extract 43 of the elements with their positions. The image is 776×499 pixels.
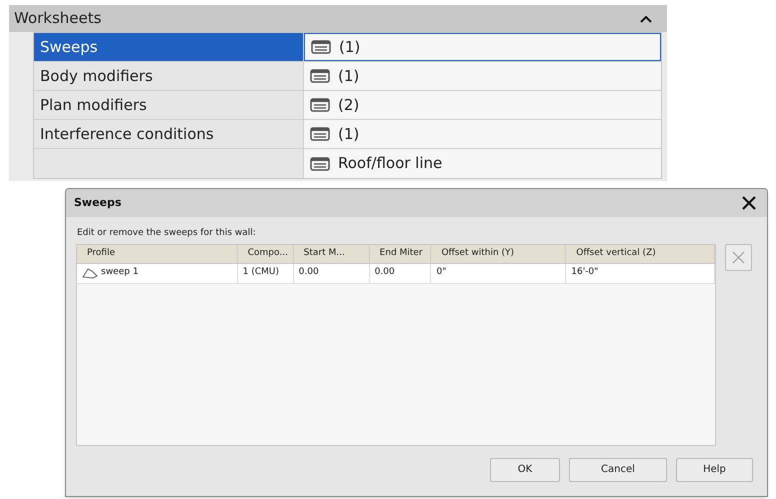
value-text: (1) bbox=[338, 124, 360, 145]
list-icon bbox=[310, 98, 330, 112]
table-cell-text: 0.00 bbox=[298, 266, 319, 280]
value-text: (2) bbox=[338, 94, 360, 116]
panel-header[interactable]: Worksheets bbox=[9, 5, 667, 32]
dialog-button[interactable]: Cancel bbox=[569, 458, 667, 482]
table-cell-text: sweep 1 bbox=[101, 266, 138, 280]
property-value[interactable]: (1) bbox=[304, 33, 661, 61]
column-header[interactable]: Profile bbox=[77, 244, 238, 262]
delete-x-icon bbox=[732, 250, 745, 264]
property-value[interactable]: Roof/floor line bbox=[304, 149, 661, 178]
column-header[interactable]: Compo... bbox=[238, 244, 294, 262]
value-text: (1) bbox=[338, 66, 360, 87]
column-header[interactable]: Offset within (Y) bbox=[431, 244, 566, 262]
table-row[interactable]: sweep 1 1 (CMU) 0.00 0.00 0" 16'-0" bbox=[77, 264, 715, 284]
chevron-up-icon[interactable] bbox=[640, 14, 652, 22]
property-label[interactable]: Plan modifiers bbox=[34, 91, 304, 119]
value-text: Roof/floor line bbox=[338, 153, 442, 174]
dialog-title: Sweeps bbox=[74, 194, 122, 211]
property-label[interactable]: Interference conditions bbox=[34, 120, 304, 148]
panel-title: Worksheets bbox=[14, 8, 102, 30]
column-header[interactable]: Start M... bbox=[294, 244, 370, 262]
list-icon bbox=[310, 69, 330, 83]
column-header[interactable]: End Miter bbox=[370, 244, 432, 262]
list-icon bbox=[310, 156, 330, 170]
property-value[interactable]: (1) bbox=[304, 120, 661, 148]
sweep-profile-icon bbox=[82, 267, 98, 279]
property-value[interactable]: (1) bbox=[304, 62, 661, 90]
property-value[interactable]: (2) bbox=[304, 91, 661, 119]
list-icon bbox=[311, 40, 331, 54]
table-cell-text: 16'-0" bbox=[571, 266, 598, 280]
close-icon bbox=[742, 196, 756, 210]
instruction-text: Edit or remove the sweeps for this wall: bbox=[77, 228, 256, 238]
table-cell-text: 1 (CMU) bbox=[242, 266, 279, 280]
dialog-button[interactable]: OK bbox=[490, 458, 560, 482]
dialog-button[interactable]: Help bbox=[676, 458, 753, 482]
list-icon bbox=[310, 127, 330, 141]
column-header[interactable]: Offset vertical (Z) bbox=[566, 244, 715, 262]
table-cell-text: 0.00 bbox=[374, 266, 395, 280]
table-cell-text: 0" bbox=[436, 266, 446, 280]
value-text: (1) bbox=[339, 36, 360, 58]
property-label[interactable]: Body modifiers bbox=[34, 62, 304, 90]
property-label[interactable]: Sweeps bbox=[34, 33, 304, 61]
